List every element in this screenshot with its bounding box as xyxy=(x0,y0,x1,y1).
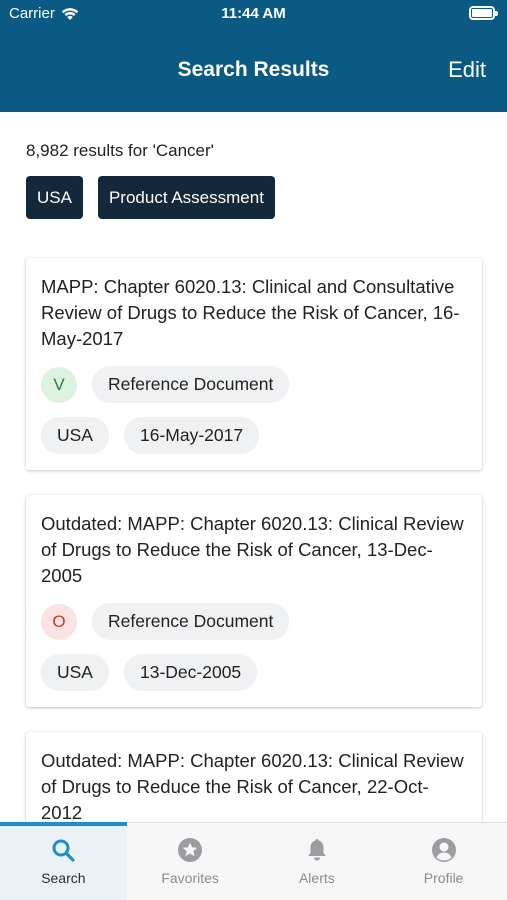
result-card[interactable]: Outdated: MAPP: Chapter 6020.13: Clinica… xyxy=(26,732,482,822)
date-tag: 16-May-2017 xyxy=(123,417,260,454)
edit-button[interactable]: Edit xyxy=(448,50,486,90)
active-tab-indicator xyxy=(0,822,127,826)
status-bar: Carrier 11:44 AM xyxy=(0,0,507,28)
doc-type-tag: Reference Document xyxy=(92,603,290,640)
app-header: Carrier 11:44 AM Search Results Edit xyxy=(0,0,507,112)
result-meta: USA 13-Dec-2005 xyxy=(41,654,467,691)
results-content[interactable]: 8,982 results for 'Cancer' USA Product A… xyxy=(0,112,507,822)
tab-alerts[interactable]: Alerts xyxy=(254,823,381,900)
tab-label: Search xyxy=(41,870,86,886)
tab-search[interactable]: Search xyxy=(0,823,127,900)
result-card[interactable]: MAPP: Chapter 6020.13: Clinical and Cons… xyxy=(26,258,482,470)
status-badge: O xyxy=(41,603,77,640)
tab-profile[interactable]: Profile xyxy=(380,823,507,900)
result-card[interactable]: Outdated: MAPP: Chapter 6020.13: Clinica… xyxy=(26,495,482,707)
country-tag: USA xyxy=(41,654,109,691)
result-meta: USA 16-May-2017 xyxy=(41,417,467,454)
tab-label: Profile xyxy=(423,870,464,886)
result-tags: V Reference Document xyxy=(41,366,467,403)
filter-chip-country[interactable]: USA xyxy=(26,176,83,219)
country-tag: USA xyxy=(41,417,109,454)
bell-icon xyxy=(307,839,326,861)
profile-icon xyxy=(431,838,456,862)
page-title: Search Results xyxy=(177,58,330,81)
tab-bar: Search Favorites Alerts Profile xyxy=(0,822,507,900)
status-time: 11:44 AM xyxy=(221,5,286,22)
search-icon xyxy=(52,839,75,862)
filter-chip-category[interactable]: Product Assessment xyxy=(97,176,275,219)
tab-label: Favorites xyxy=(161,870,219,886)
doc-type-tag: Reference Document xyxy=(92,366,290,403)
status-badge: V xyxy=(41,366,77,403)
tab-label: Alerts xyxy=(298,870,335,886)
result-title: Outdated: MAPP: Chapter 6020.13: Clinica… xyxy=(41,513,464,586)
result-title: Outdated: MAPP: Chapter 6020.13: Clinica… xyxy=(41,750,464,822)
battery-icon xyxy=(469,6,498,20)
result-title: MAPP: Chapter 6020.13: Clinical and Cons… xyxy=(41,276,460,349)
date-tag: 13-Dec-2005 xyxy=(123,654,258,691)
star-icon xyxy=(178,838,203,862)
result-tags: O Reference Document xyxy=(41,603,467,640)
filter-chips: USA Product Assessment xyxy=(26,176,275,219)
results-count: 8,982 results for 'Cancer' xyxy=(26,141,214,160)
tab-favorites[interactable]: Favorites xyxy=(127,823,254,900)
navigation-bar: Search Results Edit xyxy=(0,50,507,90)
